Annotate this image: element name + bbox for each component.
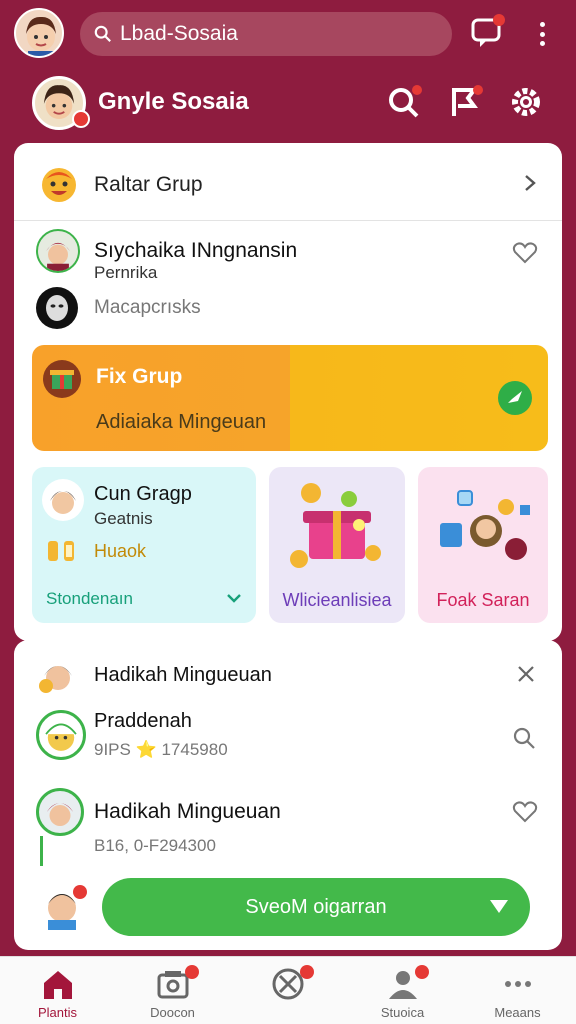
friend-avatar[interactable] — [36, 229, 80, 273]
tile-title: Cun Gragp — [94, 483, 192, 505]
tile-avatar — [42, 479, 84, 521]
tile-social[interactable]: Foak Saran — [418, 467, 548, 623]
groups-card: Raltar Grup Sıychaika INngnansin Pernrik… — [14, 143, 562, 641]
fix-banner-title: Fix Grup — [96, 365, 183, 388]
more-menu-icon[interactable] — [530, 20, 554, 48]
heart-icon[interactable] — [512, 241, 538, 265]
search-input[interactable]: Lbad-Sosaia — [80, 12, 452, 56]
friend-name: Sıychaika INngnansin — [94, 239, 298, 262]
send-button[interactable]: SveoM oigarran — [102, 878, 530, 936]
characters-icon — [440, 490, 530, 560]
fix-group-banner[interactable]: Fix Grup Adiaiaka Mingeuan — [32, 345, 548, 451]
top-app-bar: Lbad-Sosaia — [0, 0, 576, 68]
tile-group-card[interactable]: Cun Gragp Geatnis Huaok Stondenaın — [32, 467, 256, 623]
user-avatar-icon[interactable] — [40, 882, 88, 930]
search-icon[interactable] — [384, 82, 424, 122]
heart-icon[interactable] — [512, 800, 538, 824]
entry-name: Hadikah Mingueuan — [94, 800, 281, 823]
friend-subtitle: Pernrika — [94, 263, 158, 282]
nav-item-more[interactable]: Meaans — [460, 957, 575, 1024]
tile-amount: Huaok — [94, 541, 147, 561]
chevron-down-icon[interactable] — [226, 591, 242, 605]
avatar-face-icon — [26, 16, 56, 56]
entry-score: 9IPS ⭐ 1745980 — [94, 740, 228, 759]
friend-name: Macapcrısks — [94, 297, 201, 318]
notification-badge — [185, 965, 199, 979]
mask-icon — [46, 295, 68, 321]
search-icon — [94, 25, 111, 42]
gear-icon[interactable] — [506, 82, 546, 122]
close-icon[interactable] — [516, 664, 536, 684]
tile-rewards[interactable]: Wlicieanlisiea — [269, 467, 405, 623]
group-row[interactable]: Raltar Grup — [14, 143, 562, 221]
entry-score: B16, 0-F294300 — [94, 836, 216, 855]
nav-item-home[interactable]: Plantis — [0, 957, 115, 1024]
chat-icon[interactable] — [470, 14, 506, 50]
user-avatar[interactable] — [14, 8, 64, 58]
home-icon — [44, 971, 72, 999]
gift-box-icon — [43, 360, 81, 398]
profile-badge — [72, 110, 90, 128]
bottom-nav: Plantis Doocon Stuoica Meaans — [0, 956, 576, 1024]
nav-label: Stuoica — [380, 1005, 425, 1020]
avatar-face-icon — [45, 723, 77, 751]
profile-name: Gnyle Sosaia — [98, 88, 249, 115]
profile-header: Gnyle Sosaia — [14, 68, 562, 148]
search-text: Lbad-Sosaia — [120, 22, 238, 45]
more-dots-icon — [505, 981, 531, 987]
flag-icon[interactable] — [446, 82, 486, 122]
chevron-right-icon — [525, 175, 536, 191]
tile-footer: Foak Saran — [436, 590, 530, 610]
entry-avatar[interactable] — [36, 788, 84, 836]
entry-name: Praddenah — [94, 710, 192, 732]
treasure-box-icon — [290, 483, 381, 568]
tile-subtitle: Geatnis — [94, 509, 153, 528]
nav-label: Plantis — [37, 1005, 78, 1020]
caret-down-icon — [490, 900, 508, 913]
smiley-emoji-icon — [42, 168, 76, 202]
coins-icon — [48, 541, 74, 561]
fix-banner-subtitle: Adiaiaka Mingeuan — [96, 411, 267, 433]
leader-avatar-icon — [39, 666, 72, 693]
nav-item-close[interactable] — [230, 957, 345, 1024]
tile-footer: Stondenaın — [46, 589, 133, 608]
entry-avatar[interactable] — [36, 710, 86, 760]
nav-item-studio[interactable]: Stuoica — [345, 957, 460, 1024]
avatar-face-icon — [50, 491, 76, 514]
timeline-line — [40, 836, 43, 866]
avatar-face-icon — [46, 242, 70, 271]
notification-badge — [300, 965, 314, 979]
nav-label: Doocon — [150, 1005, 195, 1020]
avatar-face-icon — [46, 803, 74, 826]
weekly-card: Hadikah Mingueuan Praddenah 9IPS ⭐ 17459… — [14, 640, 562, 950]
group-row-label: Raltar Grup — [94, 173, 203, 196]
tile-footer: Wlicieanlisiea — [282, 590, 392, 610]
nav-item-doocon[interactable]: Doocon — [115, 957, 230, 1024]
check-icon[interactable] — [498, 381, 532, 415]
friend-avatar[interactable] — [36, 287, 78, 329]
notification-badge — [415, 965, 429, 979]
search-icon[interactable] — [512, 726, 536, 750]
nav-label: Meaans — [494, 1005, 541, 1020]
send-button-label: SveoM oigarran — [245, 895, 387, 918]
weekly-header: Hadikah Mingueuan — [94, 664, 272, 686]
